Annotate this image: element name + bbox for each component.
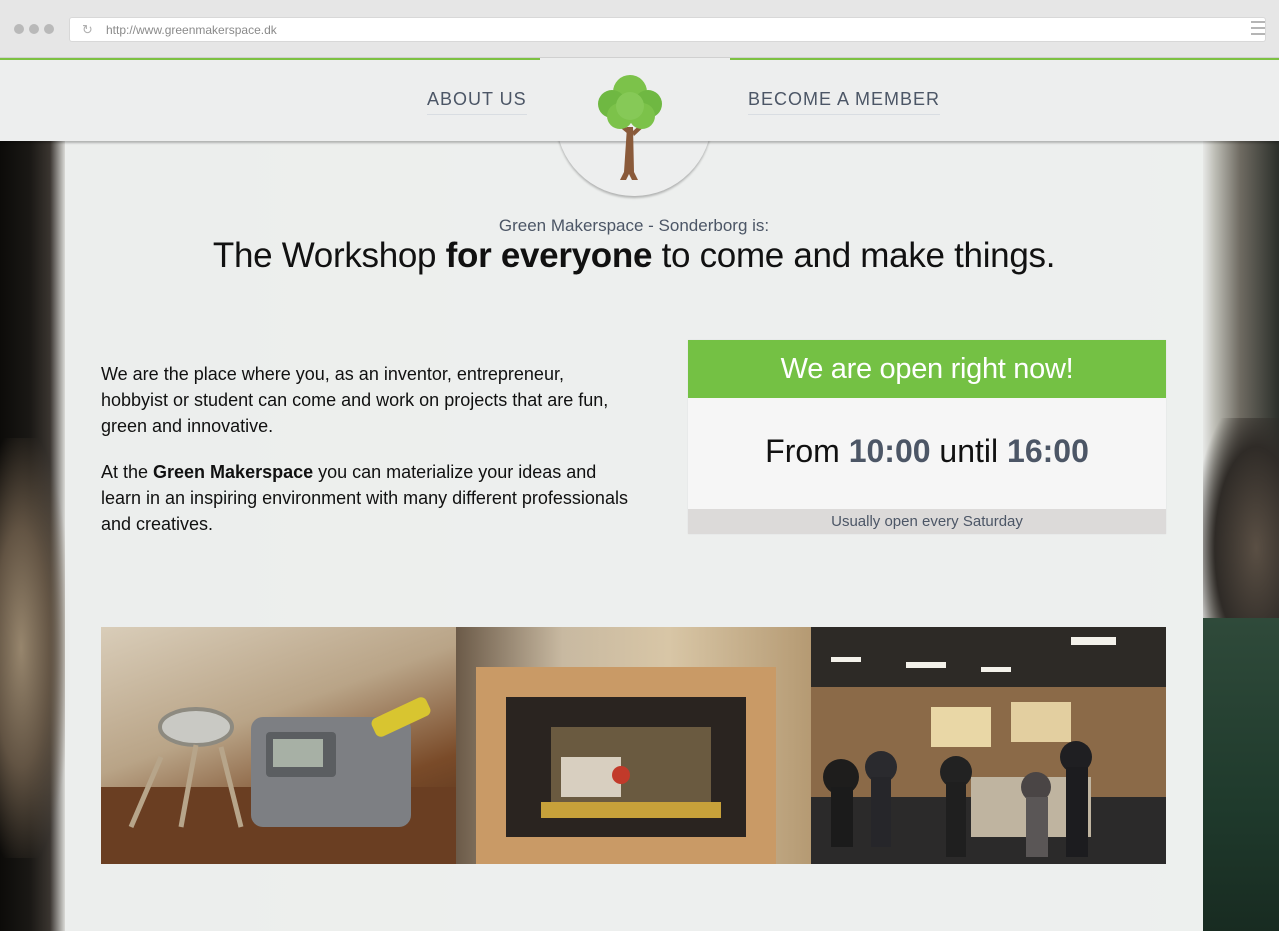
hamburger-menu-icon[interactable]	[1251, 21, 1265, 35]
headline-pre: The Workshop	[212, 236, 446, 275]
open-hours: From 10:00 until 16:00	[688, 433, 1166, 470]
open-note: Usually open every Saturday	[688, 509, 1166, 534]
photo-soldering-station[interactable]	[101, 627, 456, 864]
headline-bold: for everyone	[445, 236, 653, 275]
intro-text: We are the place where you, as an invent…	[101, 361, 631, 537]
until-time: 16:00	[1007, 433, 1089, 469]
reload-icon[interactable]: ↻	[82, 22, 96, 37]
address-url: http://www.greenmakerspace.dk	[106, 22, 277, 37]
nav-about-us[interactable]: ABOUT US	[427, 89, 527, 115]
background-photo-right-bottom	[1203, 618, 1279, 931]
browser-chrome: ↻ http://www.greenmakerspace.dk	[0, 0, 1279, 58]
intro-p2-pre: At the	[101, 462, 154, 482]
content-card: Green Makerspace - Sonderborg is: The Wo…	[65, 141, 1203, 931]
workshop-illustration	[811, 627, 1166, 864]
soldering-illustration	[101, 697, 456, 864]
address-bar[interactable]: ↻ http://www.greenmakerspace.dk	[69, 17, 1266, 42]
intro-paragraph-1: We are the place where you, as an invent…	[101, 364, 609, 436]
photo-workshop-room[interactable]	[811, 627, 1166, 864]
window-zoom-dot[interactable]	[44, 24, 54, 34]
headline-post: to come and make things.	[652, 236, 1056, 275]
photo-3d-printer[interactable]	[456, 627, 811, 864]
intro-p2-bold: Green Makerspace	[153, 462, 314, 482]
hero-headline: The Workshop for everyone to come and ma…	[65, 236, 1203, 276]
background-photo-left	[0, 438, 70, 858]
nav-become-member[interactable]: BECOME A MEMBER	[748, 89, 941, 115]
opening-hours-box: We are open right now! From 10:00 until …	[688, 340, 1166, 534]
window-close-dot[interactable]	[14, 24, 24, 34]
window-minimize-dot[interactable]	[29, 24, 39, 34]
photo-gallery	[101, 627, 1166, 864]
window-controls	[14, 24, 54, 34]
until-label: until	[930, 433, 1008, 469]
tree-wrench-icon[interactable]	[590, 72, 670, 184]
from-label: From	[765, 433, 849, 469]
hero-tagline: Green Makerspace - Sonderborg is:	[498, 216, 770, 235]
from-time: 10:00	[848, 433, 931, 469]
open-status: We are open right now!	[688, 340, 1166, 398]
intro-paragraph-2: At the Green Makerspace you can material…	[101, 459, 631, 537]
page-viewport: ABOUT US BECOME A MEMBER Green Makerspac…	[0, 58, 1279, 931]
printer-illustration	[476, 667, 776, 864]
